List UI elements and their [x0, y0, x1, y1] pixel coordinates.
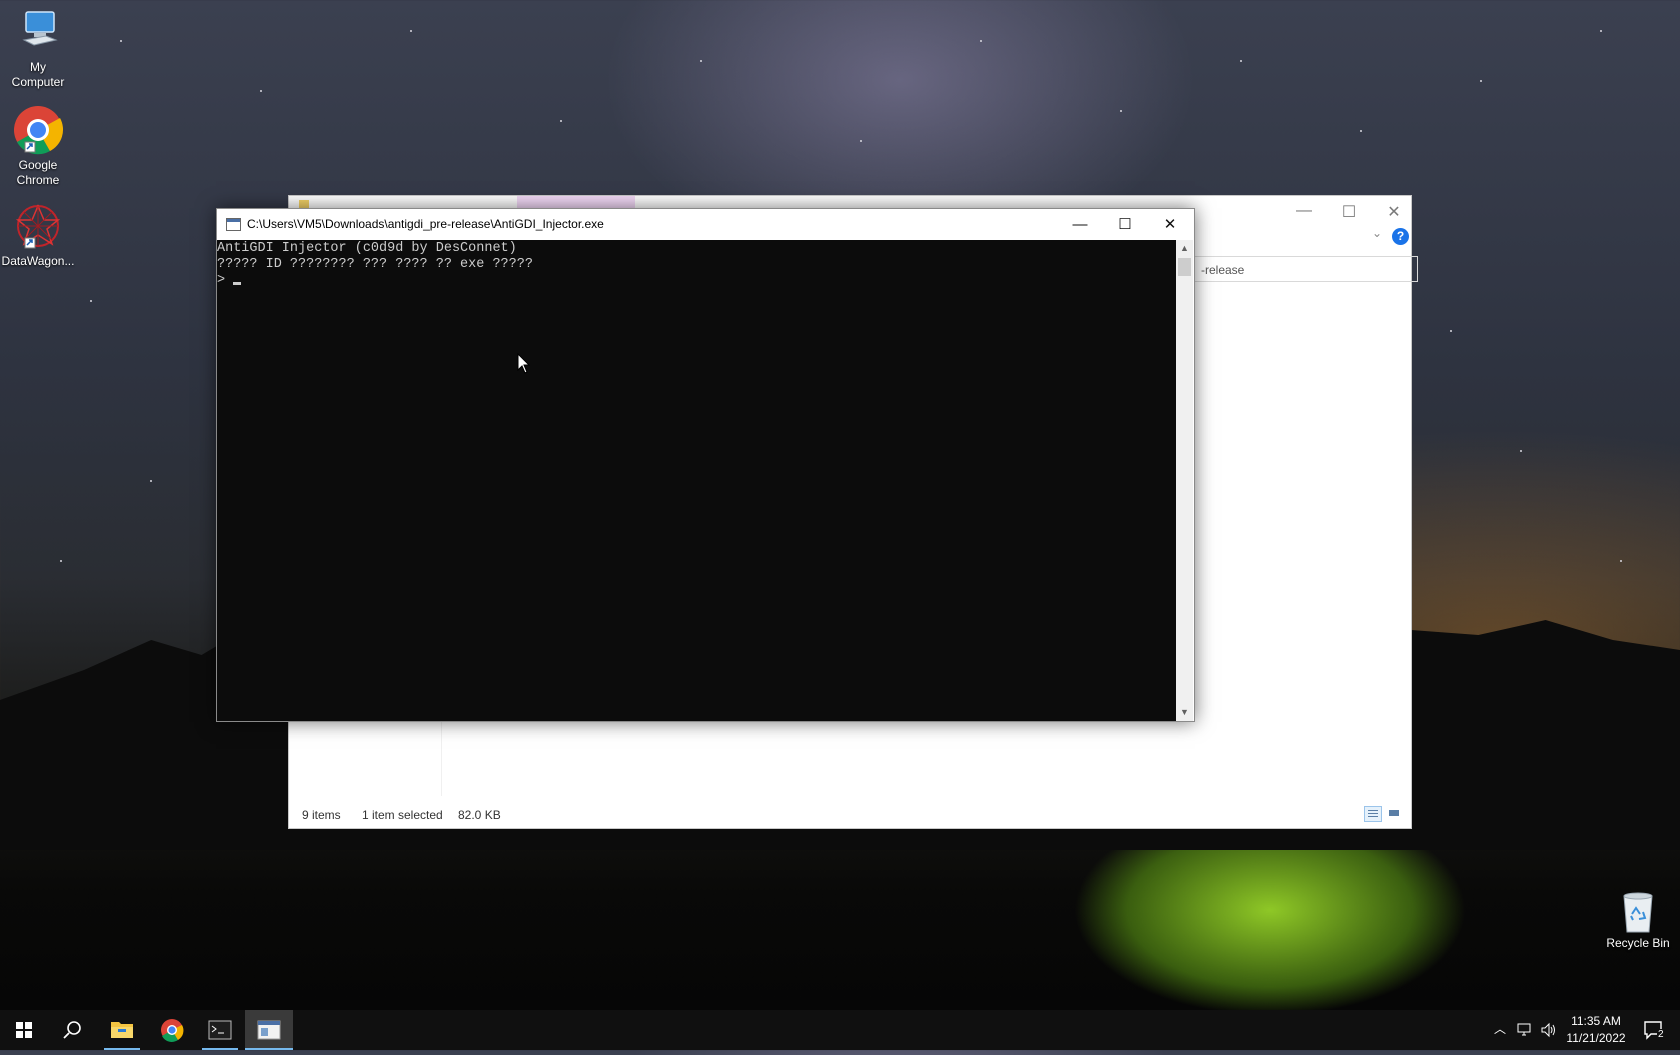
address-bar[interactable]: -release [1194, 256, 1418, 282]
help-icon[interactable]: ? [1392, 228, 1409, 245]
desktop-icon-label: My [30, 60, 46, 74]
terminal-icon [208, 1020, 232, 1040]
selection-count: 1 item selected [362, 808, 443, 822]
scroll-up-arrow-icon[interactable]: ▲ [1176, 240, 1193, 257]
item-count: 9 items [302, 808, 341, 822]
chevron-down-icon[interactable]: ⌄ [1372, 226, 1382, 240]
desktop-icon-label: Chrome [16, 173, 60, 187]
windows-logo-icon [16, 1022, 32, 1038]
large-icons-view-button[interactable] [1385, 806, 1403, 822]
console-app-icon [226, 218, 241, 231]
folder-icon [299, 200, 309, 208]
volume-icon[interactable] [1540, 1022, 1558, 1038]
nav-pane-divider [441, 716, 442, 796]
system-clock[interactable]: 11:35 AM 11/21/2022 [1560, 1013, 1632, 1047]
mouse-pointer-icon [517, 353, 531, 374]
search-button[interactable] [48, 1010, 96, 1050]
notification-count: 2 [1657, 1029, 1665, 1040]
file-explorer-icon [111, 1022, 133, 1038]
scrollbar-thumb[interactable] [1178, 258, 1191, 276]
ribbon-tab-highlight [517, 196, 635, 208]
explorer-maximize-button[interactable]: ☐ [1334, 202, 1364, 222]
search-icon [63, 1021, 81, 1039]
explorer-minimize-button[interactable]: — [1289, 202, 1319, 220]
computer-icon [22, 11, 58, 46]
desktop-icon-recycle-bin[interactable]: Recycle Bin [1596, 890, 1680, 951]
desktop-icon-label: DataWagon... [1, 254, 75, 268]
details-view-button[interactable] [1364, 806, 1382, 822]
start-button[interactable] [0, 1010, 48, 1050]
desktop-icon-datawagon[interactable]: DataWagon... [0, 202, 76, 269]
console-line: AntiGDI Injector (c0d9d by DesConnet) [217, 241, 517, 256]
clock-time: 11:35 AM [1571, 1014, 1621, 1028]
desktop-icon-label: Recycle Bin [1606, 936, 1670, 950]
scroll-down-arrow-icon[interactable]: ▼ [1176, 704, 1193, 721]
console-window[interactable]: C:\Users\VM5\Downloads\antigdi_pre-relea… [216, 208, 1195, 722]
taskbar: ︿ 11:35 AM 11/21/2022 2 [0, 1010, 1680, 1050]
text-cursor [233, 282, 241, 285]
recycle-bin-icon [1623, 892, 1653, 933]
close-button[interactable]: ✕ [1147, 209, 1193, 240]
explorer-close-button[interactable]: ✕ [1379, 202, 1409, 222]
desktop-icon-label: Computer [11, 75, 65, 89]
console-prompt: > [217, 273, 226, 288]
datawagon-icon [15, 204, 61, 249]
desktop-icon-my-computer[interactable]: My Computer [0, 8, 76, 90]
show-hidden-icons-chevron-icon[interactable]: ︿ [1494, 1020, 1506, 1037]
network-icon[interactable] [1516, 1022, 1534, 1038]
taskbar-file-explorer[interactable] [98, 1010, 146, 1050]
console-scrollbar[interactable]: ▲ ▼ [1176, 240, 1193, 721]
taskbar-chrome[interactable] [148, 1010, 196, 1050]
desktop-icon-google-chrome[interactable]: Google Chrome [0, 104, 76, 188]
action-center-button[interactable]: 2 [1640, 1018, 1670, 1044]
console-titlebar[interactable]: C:\Users\VM5\Downloads\antigdi_pre-relea… [217, 209, 1194, 240]
maximize-button[interactable]: ☐ [1102, 209, 1148, 240]
desktop-icon-label: Google [18, 158, 58, 172]
taskbar-antigdi-injector[interactable] [245, 1010, 293, 1050]
minimize-button[interactable]: — [1057, 209, 1103, 240]
status-bar: 9 items 1 item selected 82.0 KB [289, 802, 1411, 828]
clock-date: 11/21/2022 [1566, 1031, 1626, 1045]
antigdi-icon [257, 1020, 281, 1040]
console-title: C:\Users\VM5\Downloads\antigdi_pre-relea… [247, 217, 604, 231]
chrome-icon [161, 1019, 184, 1042]
taskbar-terminal[interactable] [196, 1010, 244, 1050]
notification-icon [1644, 1021, 1662, 1040]
console-line: ????? ID ???????? ??? ???? ?? exe ????? [217, 257, 533, 272]
chrome-icon [14, 106, 64, 155]
selection-size: 82.0 KB [458, 808, 501, 822]
console-output[interactable]: AntiGDI Injector (c0d9d by DesConnet) ??… [217, 240, 1176, 721]
